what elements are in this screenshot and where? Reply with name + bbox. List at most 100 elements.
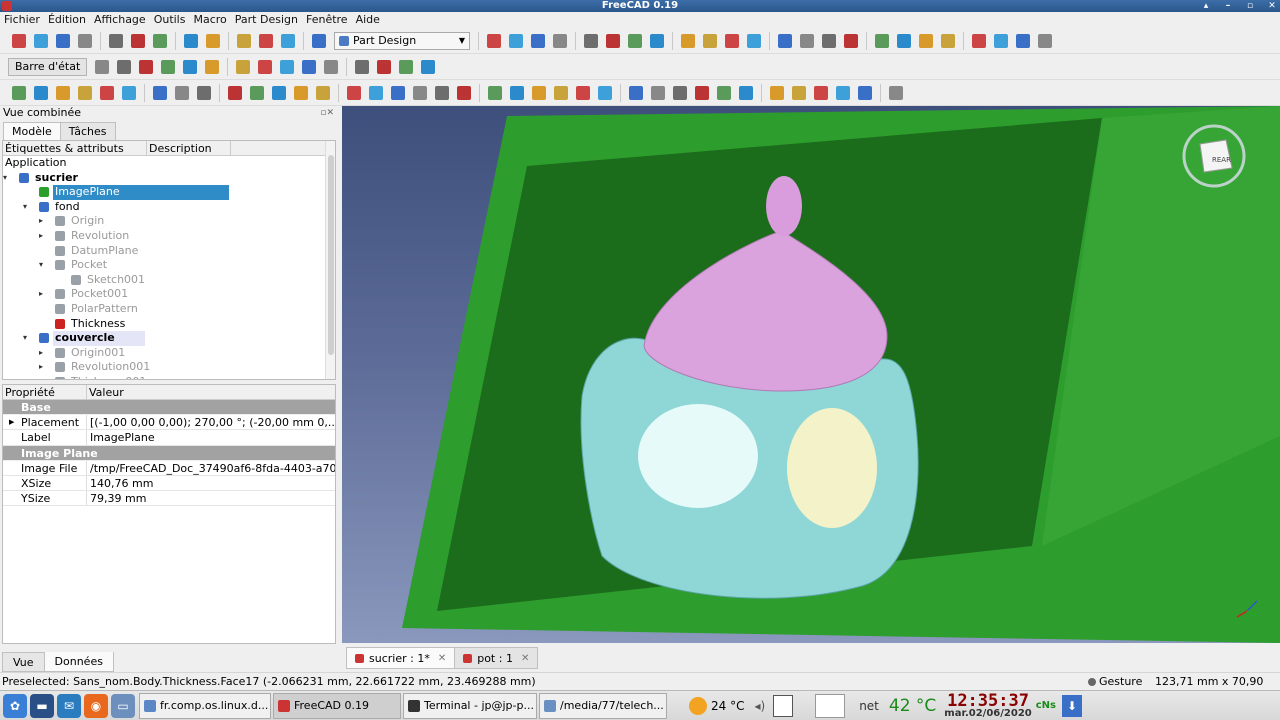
workbench-selector[interactable]: Part Design ▼: [334, 31, 470, 50]
property-row-xsize[interactable]: XSize 140,76 mm: [3, 475, 335, 492]
pd-tool-4-icon[interactable]: [97, 83, 117, 103]
navigation-style-selector[interactable]: Gesture: [1088, 673, 1142, 691]
std-tool-10-icon[interactable]: [321, 57, 341, 77]
tree-item-origin001[interactable]: ▸ Origin001: [3, 346, 335, 361]
std-tool-14-icon[interactable]: [418, 57, 438, 77]
bowl-window-left[interactable]: [638, 404, 758, 508]
tree-item-pocket001[interactable]: ▸ Pocket001: [3, 287, 335, 302]
tree-item-imageplane[interactable]: ImagePlane: [3, 185, 335, 200]
expand-arrow-icon[interactable]: ▸: [39, 229, 43, 244]
tab-tasks[interactable]: Tâches: [59, 122, 116, 140]
maximize-icon[interactable]: ▫: [1244, 0, 1256, 12]
std-tool-7-icon[interactable]: [255, 57, 275, 77]
pd-tool-17-icon[interactable]: [410, 83, 430, 103]
pd-tool-31-icon[interactable]: [736, 83, 756, 103]
tree-item-couvercle[interactable]: ▾ couvercle: [3, 331, 335, 346]
view-tool-12-icon[interactable]: [775, 31, 795, 51]
pd-tool-25-icon[interactable]: [595, 83, 615, 103]
view-tool-2-icon[interactable]: [528, 31, 548, 51]
view-tool-22-icon[interactable]: [1013, 31, 1033, 51]
property-value[interactable]: ImagePlane: [87, 430, 335, 444]
pd-tool-6-icon[interactable]: [150, 83, 170, 103]
tree-item-thickness[interactable]: Thickness: [3, 317, 335, 332]
std-tool-9-icon[interactable]: [299, 57, 319, 77]
pd-tool-20-icon[interactable]: [485, 83, 505, 103]
taskbar-task[interactable]: fr.comp.os.linux.d...: [139, 692, 271, 719]
property-row-ysize[interactable]: YSize 79,39 mm: [3, 491, 335, 507]
std-tool-0-icon[interactable]: [92, 57, 112, 77]
tab-view[interactable]: Vue: [2, 652, 45, 672]
pd-tool-14-icon[interactable]: [344, 83, 364, 103]
expand-arrow-icon[interactable]: ▾: [3, 171, 7, 186]
tab-model[interactable]: Modèle: [3, 122, 61, 140]
std-tool-6-icon[interactable]: [233, 57, 253, 77]
file-tool-5-icon[interactable]: [128, 31, 148, 51]
pd-tool-35-icon[interactable]: [833, 83, 853, 103]
view-tool-14-icon[interactable]: [819, 31, 839, 51]
tree-item-revolution[interactable]: ▸ Revolution: [3, 229, 335, 244]
pd-tool-8-icon[interactable]: [194, 83, 214, 103]
clipboard-icon[interactable]: [773, 694, 794, 717]
pd-tool-21-icon[interactable]: [507, 83, 527, 103]
bowl-window-right[interactable]: [787, 408, 877, 528]
expand-arrow-icon[interactable]: ▶: [9, 415, 14, 429]
pd-tool-29-icon[interactable]: [692, 83, 712, 103]
view-tool-4-icon[interactable]: [581, 31, 601, 51]
network-monitor[interactable]: net: [859, 699, 879, 713]
pd-tool-1-icon[interactable]: [31, 83, 51, 103]
view-tool-19-icon[interactable]: [938, 31, 958, 51]
thunderbird-icon[interactable]: ✉: [57, 693, 81, 718]
std-tool-13-icon[interactable]: [396, 57, 416, 77]
view-tool-0-icon[interactable]: [484, 31, 504, 51]
pd-tool-11-icon[interactable]: [269, 83, 289, 103]
file-tool-7-icon[interactable]: [181, 31, 201, 51]
std-tool-11-icon[interactable]: [352, 57, 372, 77]
property-row-image-file[interactable]: Image File/tmp/FreeCAD_Doc_37490af6-8fda…: [3, 460, 335, 476]
file-manager-icon[interactable]: ▭: [111, 693, 135, 718]
view-tool-17-icon[interactable]: [894, 31, 914, 51]
expand-arrow-icon[interactable]: ▸: [39, 214, 43, 229]
tree-item-revolution001[interactable]: ▸ Revolution001: [3, 360, 335, 375]
keyboard-layout-icon[interactable]: cNs: [1036, 700, 1056, 711]
download-icon[interactable]: ⬇: [1062, 694, 1082, 717]
taskbar-task[interactable]: FreeCAD 0.19: [273, 692, 401, 719]
view-tool-23-icon[interactable]: [1035, 31, 1055, 51]
menu-7[interactable]: Aide: [352, 12, 384, 28]
tree-item-fond[interactable]: ▾ fond: [3, 200, 335, 215]
model-tree[interactable]: Étiquettes & attributs Description Appli…: [2, 140, 336, 380]
pd-tool-22-icon[interactable]: [529, 83, 549, 103]
file-tool-11-icon[interactable]: [278, 31, 298, 51]
pd-tool-28-icon[interactable]: [670, 83, 690, 103]
pd-tool-26-icon[interactable]: [626, 83, 646, 103]
pd-tool-2-icon[interactable]: [53, 83, 73, 103]
lid-knob[interactable]: [766, 176, 802, 236]
property-value[interactable]: 140,76 mm: [87, 476, 335, 490]
pd-tool-12-icon[interactable]: [291, 83, 311, 103]
tree-header-labels[interactable]: Étiquettes & attributs: [3, 141, 147, 155]
pd-tool-16-icon[interactable]: [388, 83, 408, 103]
view-tool-16-icon[interactable]: [872, 31, 892, 51]
view-tool-1-icon[interactable]: [506, 31, 526, 51]
pd-tool-32-icon[interactable]: [767, 83, 787, 103]
tree-item-polarpattern[interactable]: PolarPattern: [3, 302, 335, 317]
pd-tool-34-icon[interactable]: [811, 83, 831, 103]
file-tool-1-icon[interactable]: [31, 31, 51, 51]
menu-0[interactable]: Fichier: [0, 12, 44, 28]
tree-item-thickness001[interactable]: Thickness001: [3, 375, 335, 379]
tree-item-sucrier[interactable]: ▾ sucrier: [3, 171, 335, 186]
file-tool-12-icon[interactable]: [309, 31, 329, 51]
clock-widget[interactable]: 12:35:37 mar.02/06/2020: [944, 692, 1031, 719]
3d-scene[interactable]: REAR: [342, 106, 1280, 643]
property-value[interactable]: 79,39 mm: [87, 491, 335, 505]
view-tool-8-icon[interactable]: [678, 31, 698, 51]
expand-arrow-icon[interactable]: ▾: [39, 258, 43, 273]
menu-4[interactable]: Macro: [189, 12, 230, 28]
file-tool-9-icon[interactable]: [234, 31, 254, 51]
taskbar-task[interactable]: Terminal - jp@jp-p...: [403, 692, 537, 719]
menu-6[interactable]: Fenêtre: [302, 12, 352, 28]
view-tool-21-icon[interactable]: [991, 31, 1011, 51]
pd-tool-30-icon[interactable]: [714, 83, 734, 103]
menu-5[interactable]: Part Design: [231, 12, 302, 28]
property-row-label[interactable]: Label ImagePlane: [3, 430, 335, 446]
tab-data[interactable]: Données: [43, 652, 114, 672]
